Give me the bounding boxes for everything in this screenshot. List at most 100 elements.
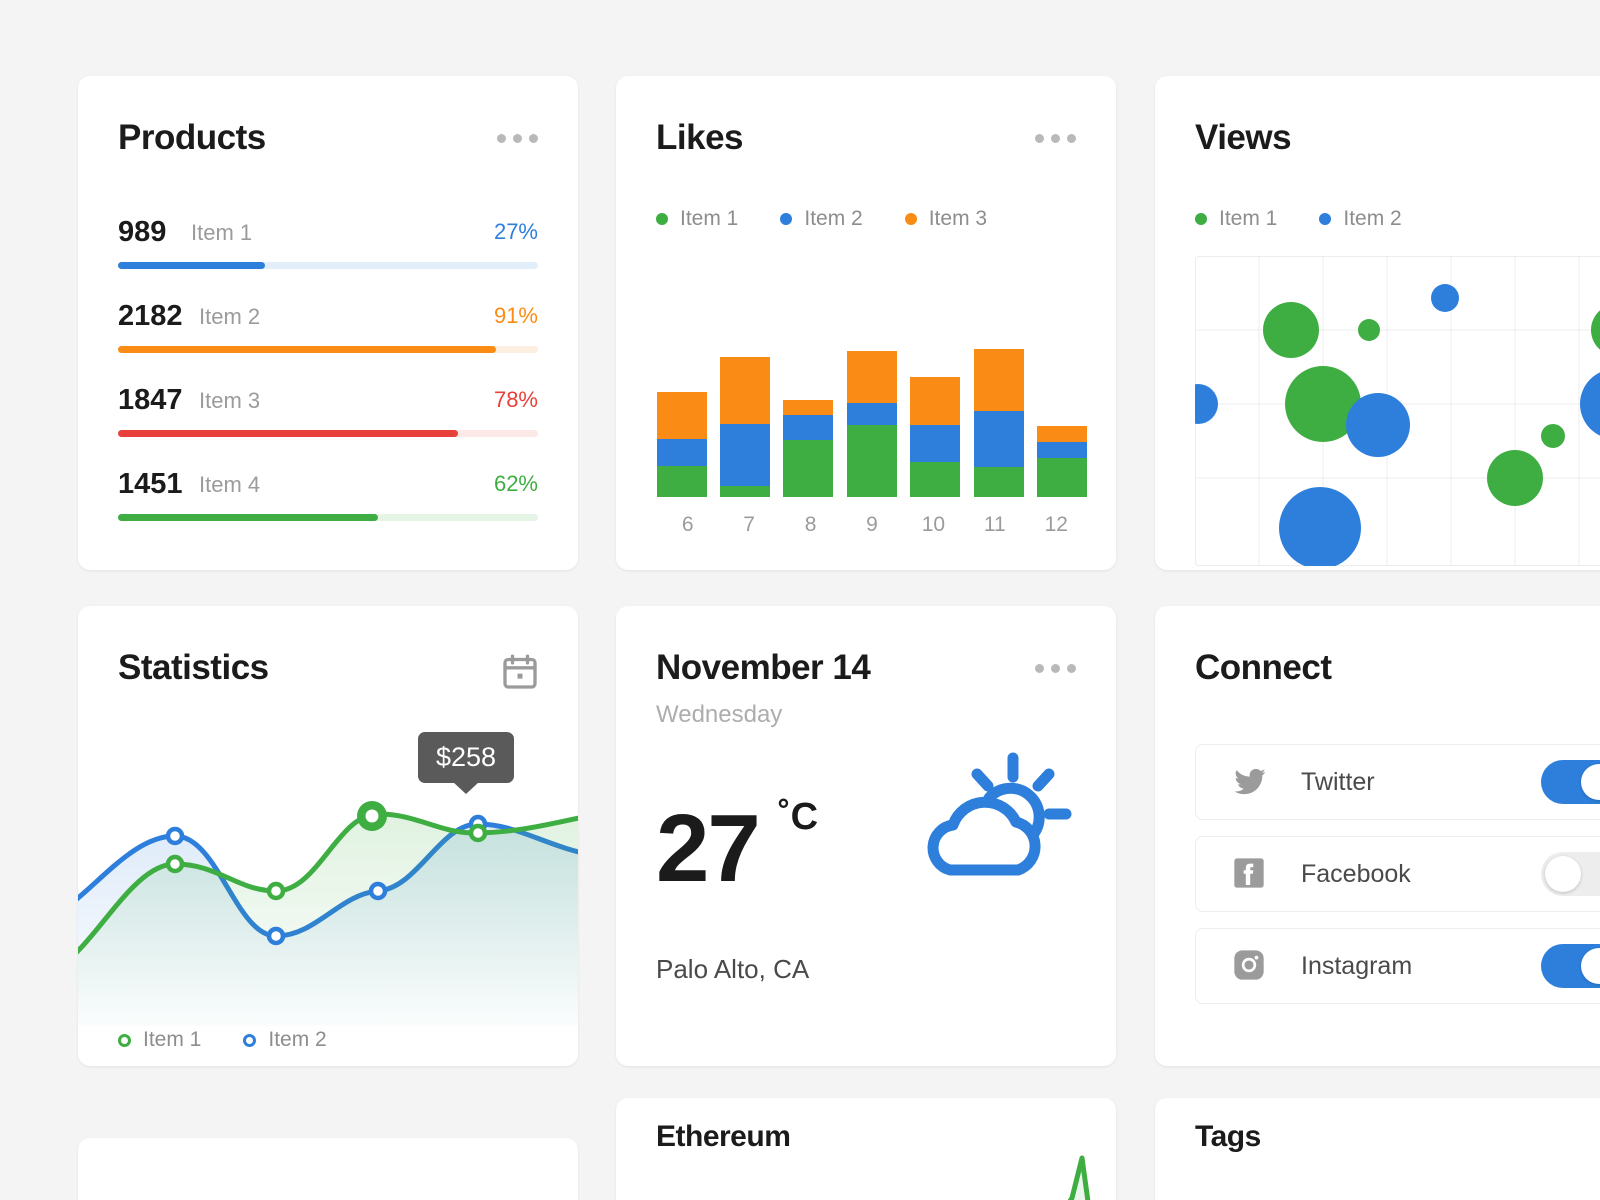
x-tick: 11 [983,513,1006,536]
connect-label: Twitter [1301,767,1375,796]
bar-segment-item1 [1037,458,1087,497]
legend-item[interactable]: Item 3 [904,207,988,231]
page-title: Tags [1195,1120,1261,1153]
x-tick: 9 [866,513,878,536]
bar-group[interactable] [974,349,1024,497]
product-percent: 78% [493,387,538,412]
legend-item[interactable]: Item 1 [1195,207,1277,231]
temperature-unit: ˚C [778,796,819,838]
tags-card: Tags [1155,1098,1600,1200]
connect-row-instagram[interactable]: Instagram [1195,928,1600,1004]
bar-segment-item2 [974,411,1024,467]
toggle-instagram[interactable] [1541,944,1600,988]
bar-group[interactable] [657,392,707,497]
legend-swatch [118,1033,131,1047]
bar-segment-item3 [657,392,707,439]
progress-fill [118,262,265,269]
progress-track [118,514,538,521]
product-label: Item 1 [191,220,253,245]
page-title: Ethereum [656,1120,791,1153]
bar-group[interactable] [847,351,897,497]
bar-group[interactable] [783,400,833,497]
product-percent: 62% [493,471,538,496]
legend-swatch [904,213,917,225]
bar-segment-item3 [783,400,833,415]
calendar-icon[interactable] [500,652,540,697]
products-card: Products 989 Item 1 27% 2182 Item 2 91% [78,76,578,570]
ellipsis-icon[interactable] [497,134,538,143]
product-percent: 27% [493,219,538,244]
ellipsis-icon[interactable] [1035,134,1076,143]
location-label: Palo Alto, CA [656,954,810,984]
toggle-knob [1581,948,1600,984]
bar-group[interactable] [910,377,960,497]
page-title: Likes [656,118,744,157]
connect-row-twitter[interactable]: Twitter [1195,744,1600,820]
ethereum-sparkline [986,1138,1116,1200]
scatter-svg [1178,256,1600,569]
legend-label: Item 1 [680,207,739,230]
legend-swatch [780,213,793,225]
legend-label: Item 1 [1219,207,1278,230]
instagram-icon [1233,949,1267,983]
legend-swatch [1195,213,1207,225]
bar-segment-item1 [847,425,897,497]
legend-label: Item 2 [1343,207,1402,230]
product-row: 2182 Item 2 91% [118,300,538,353]
product-row: 1451 Item 4 62% [118,468,538,521]
facebook-icon [1233,857,1267,891]
legend-label: Item 3 [928,207,988,230]
page-title: Products [118,118,266,157]
tooltip: $258 [418,732,515,783]
connect-row-facebook[interactable]: Facebook [1195,836,1600,912]
scatter-points-item2[interactable] [1178,284,1600,569]
bar-segment-item3 [910,377,960,425]
page-title: Connect [1195,648,1332,687]
x-tick: 7 [743,513,755,536]
toggle-twitter[interactable] [1541,760,1600,804]
bar-segment-item1 [974,467,1024,497]
connect-label: Facebook [1301,859,1411,888]
legend-item[interactable]: Item 2 [243,1028,327,1052]
statistics-card: Statistics $258 Item 1 Item 2 [78,606,578,1066]
toggle-facebook[interactable] [1541,852,1600,896]
x-tick: 6 [681,513,694,536]
bar-segment-item3 [1037,426,1087,442]
bar-segment-item1 [657,466,707,497]
x-tick: 12 [1044,513,1068,536]
ellipsis-icon[interactable] [1035,664,1076,673]
bar-segment-item3 [974,349,1024,411]
page-title: Statistics [118,648,269,687]
progress-fill [118,346,496,353]
legend-item[interactable]: Item 1 [656,207,738,231]
progress-track [118,430,538,437]
temperature-value: 27 [656,795,761,902]
likes-card: Likes Item 1 Item 2 Item 3 6 7 8 9 10 11… [616,76,1116,570]
bar-segment-item1 [910,462,960,497]
legend: Item 1 Item 2 [1195,207,1444,231]
legend-label: Item 2 [268,1028,327,1051]
bar-group[interactable] [720,357,770,497]
bar-segment-item2 [657,439,707,466]
x-tick: 10 [921,513,946,536]
likes-bar-chart [657,267,1087,497]
partly-cloudy-icon [906,752,1076,907]
product-value: 989 [118,216,167,248]
product-label: Item 3 [199,388,261,413]
legend-item[interactable]: Item 2 [1319,207,1402,231]
product-value: 1451 [118,468,183,500]
legend-item[interactable]: Item 2 [780,207,863,231]
twitter-icon [1233,765,1267,799]
bar-segment-item1 [720,486,770,497]
legend-swatch [1319,213,1332,225]
bar-segment-item3 [847,351,897,403]
product-percent: 91% [493,303,538,328]
progress-fill [118,514,379,521]
legend-item[interactable]: Item 1 [118,1028,201,1052]
x-tick: 8 [804,513,817,536]
views-card: Views Item 1 Item 2 [1155,76,1600,570]
legend-label: Item 2 [804,207,863,230]
bar-segment-item1 [783,440,833,497]
bar-group[interactable] [1037,426,1087,497]
x-axis: 6 7 8 9 10 11 12 [657,513,1087,537]
